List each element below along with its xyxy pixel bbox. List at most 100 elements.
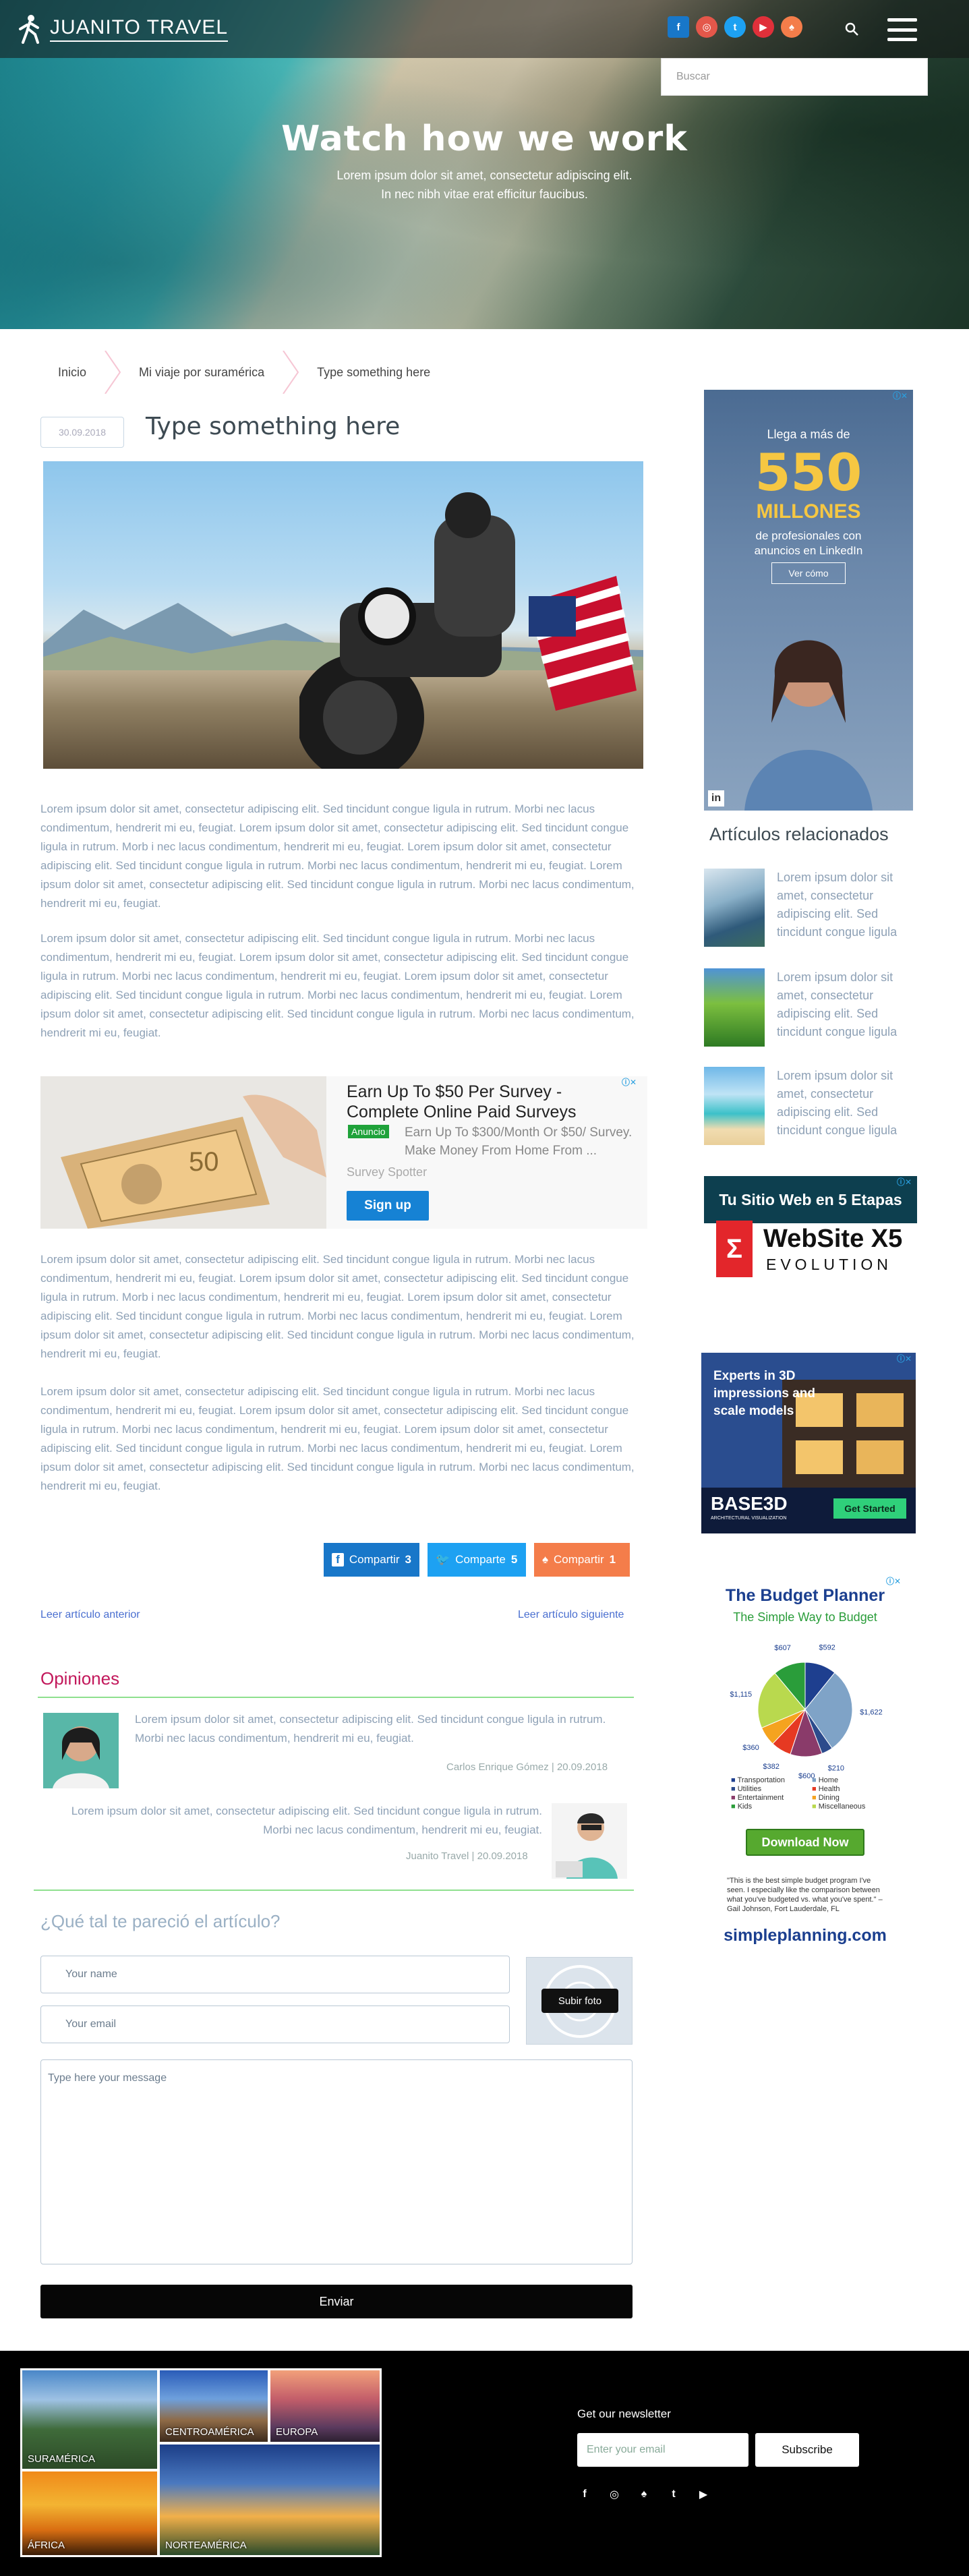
adchoices-icon[interactable]: ⓘ✕ bbox=[622, 1076, 637, 1088]
youtube-icon[interactable]: ▶ bbox=[753, 16, 774, 38]
related-article-text: Lorem ipsum dolor sit amet, consectetur … bbox=[777, 970, 898, 1038]
hero-subtitle-line: Lorem ipsum dolor sit amet, consectetur … bbox=[336, 169, 633, 182]
adchoices-icon[interactable]: ⓘ✕ bbox=[886, 1575, 901, 1587]
logo-text: JUANITO TRAVEL bbox=[50, 16, 229, 42]
instagram-icon[interactable]: ◎ bbox=[607, 2487, 622, 2502]
newsletter-email-input[interactable]: Enter your email bbox=[577, 2433, 748, 2467]
top-navigation-bar: JUANITO TRAVEL f ◎ t ▶ ♠ bbox=[0, 0, 969, 58]
hero-subtitle: Lorem ipsum dolor sit amet, consectetur … bbox=[0, 166, 969, 204]
legend-item: ■ Entertainment bbox=[731, 1794, 784, 1802]
snapchat-icon[interactable]: ♠ bbox=[637, 2487, 651, 2502]
ad-download-button[interactable]: Download Now bbox=[746, 1829, 864, 1856]
hero-subtitle-line: In nec nibh vitae erat efficitur faucibu… bbox=[381, 187, 588, 201]
ad-brand: BASE3D bbox=[711, 1493, 788, 1514]
related-article-text: Lorem ipsum dolor sit amet, consectetur … bbox=[777, 1069, 898, 1137]
newsletter-subscribe-button[interactable]: Subscribe bbox=[755, 2433, 859, 2467]
message-textarea[interactable]: Type here your message bbox=[40, 2059, 633, 2264]
facebook-icon[interactable]: f bbox=[668, 16, 689, 38]
legend-item: ■ Utilities bbox=[731, 1785, 762, 1793]
legend-item: ■ Kids bbox=[731, 1803, 753, 1811]
ad-subtitle: The Simple Way to Budget bbox=[733, 1610, 877, 1624]
post-paragraph: Lorem ipsum dolor sit amet, consectetur … bbox=[40, 802, 635, 910]
chevron-right-icon bbox=[283, 351, 299, 394]
avatar bbox=[43, 1713, 119, 1788]
youtube-icon[interactable]: ▶ bbox=[696, 2487, 711, 2502]
social-links: f ◎ t ▶ ♠ bbox=[668, 16, 802, 38]
search-input[interactable]: Buscar bbox=[661, 58, 928, 96]
linkedin-icon: in bbox=[708, 790, 724, 807]
instagram-icon[interactable]: ◎ bbox=[696, 16, 717, 38]
gallery-item-norteamerica[interactable]: NORTEAMÉRICA bbox=[160, 2445, 380, 2555]
upload-photo-button[interactable]: Subir foto bbox=[541, 1989, 618, 2013]
motorcycle-illustration bbox=[299, 492, 637, 769]
related-article[interactable]: Lorem ipsum dolor sit amet, consectetur … bbox=[704, 869, 913, 949]
related-article[interactable]: Lorem ipsum dolor sit amet, consectetur … bbox=[704, 968, 913, 1049]
gallery-item-europa[interactable]: EUROPA bbox=[270, 2370, 380, 2442]
snapchat-icon: ♠ bbox=[542, 1553, 549, 1566]
related-article[interactable]: Lorem ipsum dolor sit amet, consectetur … bbox=[704, 1067, 913, 1148]
comments-title: Opiniones bbox=[40, 1668, 120, 1689]
submit-button[interactable]: Enviar bbox=[40, 2285, 633, 2318]
legend-item: ■ Dining bbox=[812, 1794, 840, 1802]
photo-upload-area[interactable]: Subir foto bbox=[526, 1957, 633, 2045]
ad-number: 550 bbox=[755, 442, 862, 502]
search-icon[interactable] bbox=[844, 22, 859, 36]
adchoices-icon[interactable]: ⓘ✕ bbox=[897, 1176, 912, 1188]
ad-signup-button[interactable]: Sign up bbox=[347, 1191, 429, 1221]
sponsored-ad[interactable]: 50 Earn Up To $50 Per Survey - Complete … bbox=[40, 1076, 647, 1229]
ad-cta-button[interactable]: Get Started bbox=[833, 1498, 906, 1519]
share-count: 3 bbox=[405, 1553, 411, 1566]
hiker-icon bbox=[19, 15, 39, 44]
previous-article-link[interactable]: Leer artículo anterior bbox=[40, 1609, 140, 1621]
facebook-icon: f bbox=[332, 1553, 344, 1567]
breadcrumb-item-trip[interactable]: Mi viaje por suramérica bbox=[121, 351, 282, 394]
next-article-link[interactable]: Leer artículo siguiente bbox=[518, 1609, 624, 1621]
ad-text: Llega a más de bbox=[767, 428, 850, 441]
ad-brand: Survey Spotter bbox=[347, 1165, 428, 1179]
pie-slice-label: $360 bbox=[742, 1744, 759, 1752]
destinations-gallery: SURAMÉRICA CENTROAMÉRICA EUROPA ÁFRICA N… bbox=[20, 2368, 382, 2557]
breadcrumb-item-home[interactable]: Inicio bbox=[40, 351, 104, 394]
email-field[interactable]: Your email bbox=[40, 2006, 510, 2043]
adchoices-icon[interactable]: ⓘ✕ bbox=[897, 1353, 912, 1364]
ad-cta-button[interactable]: Ver cómo bbox=[771, 562, 846, 584]
sidebar-ad-budget-planner[interactable]: The Budget Planner The Simple Way to Bud… bbox=[704, 1575, 906, 1953]
adchoices-icon[interactable]: ⓘ✕ bbox=[893, 390, 908, 401]
name-field[interactable]: Your name bbox=[40, 1956, 510, 1993]
gallery-item-suramerica[interactable]: SURAMÉRICA bbox=[22, 2370, 157, 2469]
comment-text: Lorem ipsum dolor sit amet, consectetur … bbox=[135, 1713, 606, 1745]
facebook-icon[interactable]: f bbox=[577, 2487, 592, 2502]
sidebar-ad-base3d[interactable]: Experts in 3D impressions and scale mode… bbox=[701, 1353, 916, 1533]
ad-image: 50 bbox=[40, 1076, 326, 1229]
comment-author-date: Juanito Travel | 20.09.2018 bbox=[406, 1850, 528, 1862]
post-paragraph: Lorem ipsum dolor sit amet, consectetur … bbox=[40, 1253, 635, 1360]
share-twitter-button[interactable]: 🐦 Comparte 5 bbox=[428, 1543, 526, 1577]
ad-title[interactable]: Earn Up To $50 Per Survey - Complete Onl… bbox=[347, 1082, 630, 1122]
comment-text: Lorem ipsum dolor sit amet, consectetur … bbox=[71, 1805, 542, 1836]
legend-item: ■ Home bbox=[812, 1776, 839, 1784]
menu-icon[interactable] bbox=[887, 18, 917, 41]
twitter-icon[interactable]: t bbox=[724, 16, 746, 38]
ad-text: MILLONES bbox=[756, 500, 861, 523]
share-snapchat-button[interactable]: ♠ Compartir 1 bbox=[534, 1543, 630, 1577]
snapchat-icon[interactable]: ♠ bbox=[781, 16, 802, 38]
share-label: Compartir bbox=[554, 1553, 604, 1566]
post-paragraph: Lorem ipsum dolor sit amet, consectetur … bbox=[40, 932, 635, 1039]
pie-slice-label: $210 bbox=[828, 1765, 844, 1773]
ad-text: de profesionales con anuncios en LinkedI… bbox=[754, 529, 863, 557]
chevron-right-icon bbox=[105, 351, 121, 394]
ad-quote: "This is the best simple budget program … bbox=[727, 1877, 883, 1913]
twitter-icon[interactable]: t bbox=[666, 2487, 681, 2502]
share-count: 5 bbox=[510, 1553, 518, 1566]
pie-slice-label: $1,115 bbox=[730, 1691, 752, 1699]
post-paragraph: Lorem ipsum dolor sit amet, consectetur … bbox=[40, 1385, 635, 1492]
gallery-item-centroamerica[interactable]: CENTROAMÉRICA bbox=[160, 2370, 268, 2442]
gallery-item-africa[interactable]: ÁFRICA bbox=[22, 2471, 157, 2555]
sidebar-ad-websitex5[interactable]: Tu Sitio Web en 5 Etapas Σ WebSite X5 EV… bbox=[704, 1176, 917, 1284]
share-facebook-button[interactable]: f Compartir 3 bbox=[324, 1543, 419, 1577]
sidebar-ad-linkedin[interactable]: Llega a más de 550 MILLONES de profesion… bbox=[704, 390, 913, 811]
hero-title: Watch how we work bbox=[281, 119, 688, 159]
site-logo[interactable]: JUANITO TRAVEL bbox=[18, 13, 229, 45]
breadcrumb-item-current: Type something here bbox=[317, 365, 431, 379]
gallery-label: NORTEAMÉRICA bbox=[165, 2540, 247, 2551]
